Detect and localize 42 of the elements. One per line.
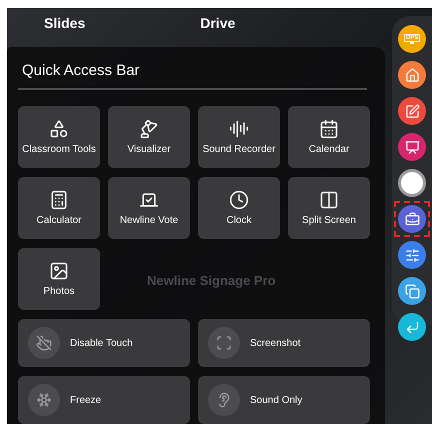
pen-square-icon <box>404 104 420 118</box>
toggle-tile[interactable]: Sound Only <box>198 376 370 424</box>
home-icon <box>404 68 420 82</box>
sliders-icon <box>404 248 420 262</box>
sidebar-button[interactable] <box>398 61 426 89</box>
calendar-icon <box>319 119 339 139</box>
app-tile[interactable]: Clock <box>198 177 280 239</box>
record-button[interactable] <box>398 169 426 197</box>
windows-icon <box>404 284 420 298</box>
image-icon <box>49 261 69 281</box>
app-tile[interactable]: Newline Vote <box>108 177 190 239</box>
app-tile[interactable]: Sound Recorder <box>198 106 280 168</box>
app-tile[interactable]: Split Screen <box>288 177 370 239</box>
app-tile[interactable]: Calendar <box>288 106 370 168</box>
app-tile[interactable]: Calculator <box>18 177 100 239</box>
toolbox-icon <box>404 212 420 226</box>
snowflake-icon <box>36 392 52 408</box>
app-tile[interactable]: Photos <box>18 248 100 310</box>
panel-title: Quick Access Bar <box>18 60 367 90</box>
clock-icon <box>229 190 249 210</box>
toggle-tile[interactable]: Screenshot <box>198 319 370 367</box>
desk-lamp-icon <box>139 119 159 139</box>
toggle-tile[interactable]: Freeze <box>18 376 190 424</box>
calculator-icon <box>49 190 69 210</box>
sidebar-button[interactable] <box>398 133 426 161</box>
sidebar-button[interactable] <box>398 313 426 341</box>
app-label[interactable]: Drive <box>200 13 236 34</box>
scan-frame-icon <box>216 335 232 351</box>
audio-wave-icon <box>229 119 249 139</box>
sidebar-button[interactable] <box>398 97 426 125</box>
app-tile[interactable]: Classroom Tools <box>18 106 100 168</box>
app-label[interactable]: Slides <box>44 13 86 34</box>
app-label: Newline Signage Pro <box>147 272 276 290</box>
sidebar-button[interactable] <box>398 277 426 305</box>
app-tile[interactable]: Visualizer <box>108 106 190 168</box>
shapes-icon <box>49 119 69 139</box>
pointer-off-icon <box>36 335 52 351</box>
sidebar-button[interactable] <box>398 241 426 269</box>
toggle-tile[interactable]: Disable Touch <box>18 319 190 367</box>
presentation-board-icon <box>404 140 420 154</box>
return-icon <box>404 320 420 334</box>
split-screen-icon <box>319 190 339 210</box>
